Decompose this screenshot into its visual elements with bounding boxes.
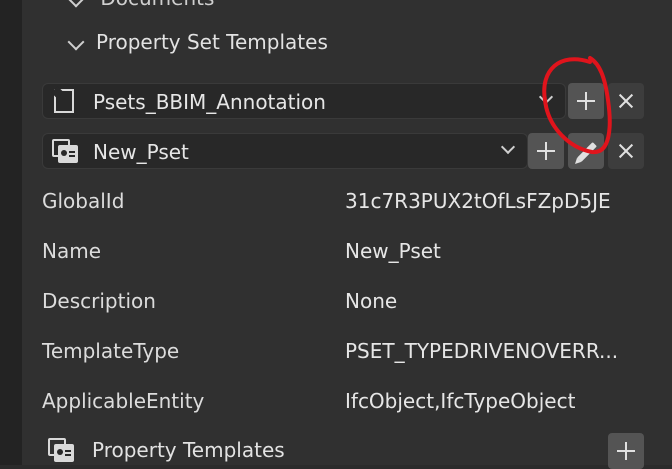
- attr-value-name[interactable]: New_Pset: [345, 239, 441, 263]
- template-dropdown[interactable]: Psets_BBIM_Annotation: [42, 83, 566, 119]
- template-dropdown-value: Psets_BBIM_Annotation: [93, 90, 326, 114]
- document-icon: [54, 89, 74, 113]
- pset-dropdown-value: New_Pset: [93, 140, 189, 164]
- remove-pset-button[interactable]: [608, 133, 644, 169]
- pset-dropdown[interactable]: New_Pset: [42, 133, 528, 169]
- chevron-down-icon: [500, 139, 516, 155]
- close-icon: [608, 133, 644, 169]
- section-header-documents[interactable]: Documents: [67, 0, 214, 10]
- attr-value-description[interactable]: None: [345, 289, 397, 313]
- add-property-template-button[interactable]: [608, 433, 644, 469]
- attr-label-templatetype: TemplateType: [42, 339, 180, 363]
- add-template-button[interactable]: [568, 83, 604, 119]
- property-templates-title: Property Templates: [92, 438, 285, 462]
- plus-icon: [568, 83, 604, 119]
- add-pset-button[interactable]: [528, 133, 564, 169]
- plus-icon: [608, 433, 644, 469]
- attr-value-templatetype[interactable]: PSET_TYPEDRIVENOVERR...: [345, 339, 618, 363]
- attr-label-applicableentity: ApplicableEntity: [42, 389, 205, 413]
- chevron-down-icon: [67, 0, 85, 8]
- pset-icon: [52, 139, 78, 163]
- close-icon: [608, 83, 644, 119]
- edit-pset-button[interactable]: [568, 133, 604, 169]
- plus-icon: [528, 133, 564, 169]
- remove-template-button[interactable]: [608, 83, 644, 119]
- pset-icon: [48, 438, 74, 462]
- attr-value-applicableentity[interactable]: IfcObject,IfcTypeObject: [345, 389, 575, 413]
- pencil-icon: [577, 142, 597, 162]
- attr-value-globalid[interactable]: 31c7R3PUX2tOfLsFZpD5JE: [345, 189, 611, 213]
- section-title[interactable]: Property Set Templates: [96, 30, 328, 54]
- attr-label-description: Description: [42, 289, 156, 313]
- attr-label-name: Name: [42, 239, 102, 263]
- section-title-documents: Documents: [100, 0, 214, 10]
- left-gutter: [0, 0, 22, 465]
- attr-label-globalid: GlobalId: [42, 189, 125, 213]
- chevron-down-icon: [538, 89, 554, 105]
